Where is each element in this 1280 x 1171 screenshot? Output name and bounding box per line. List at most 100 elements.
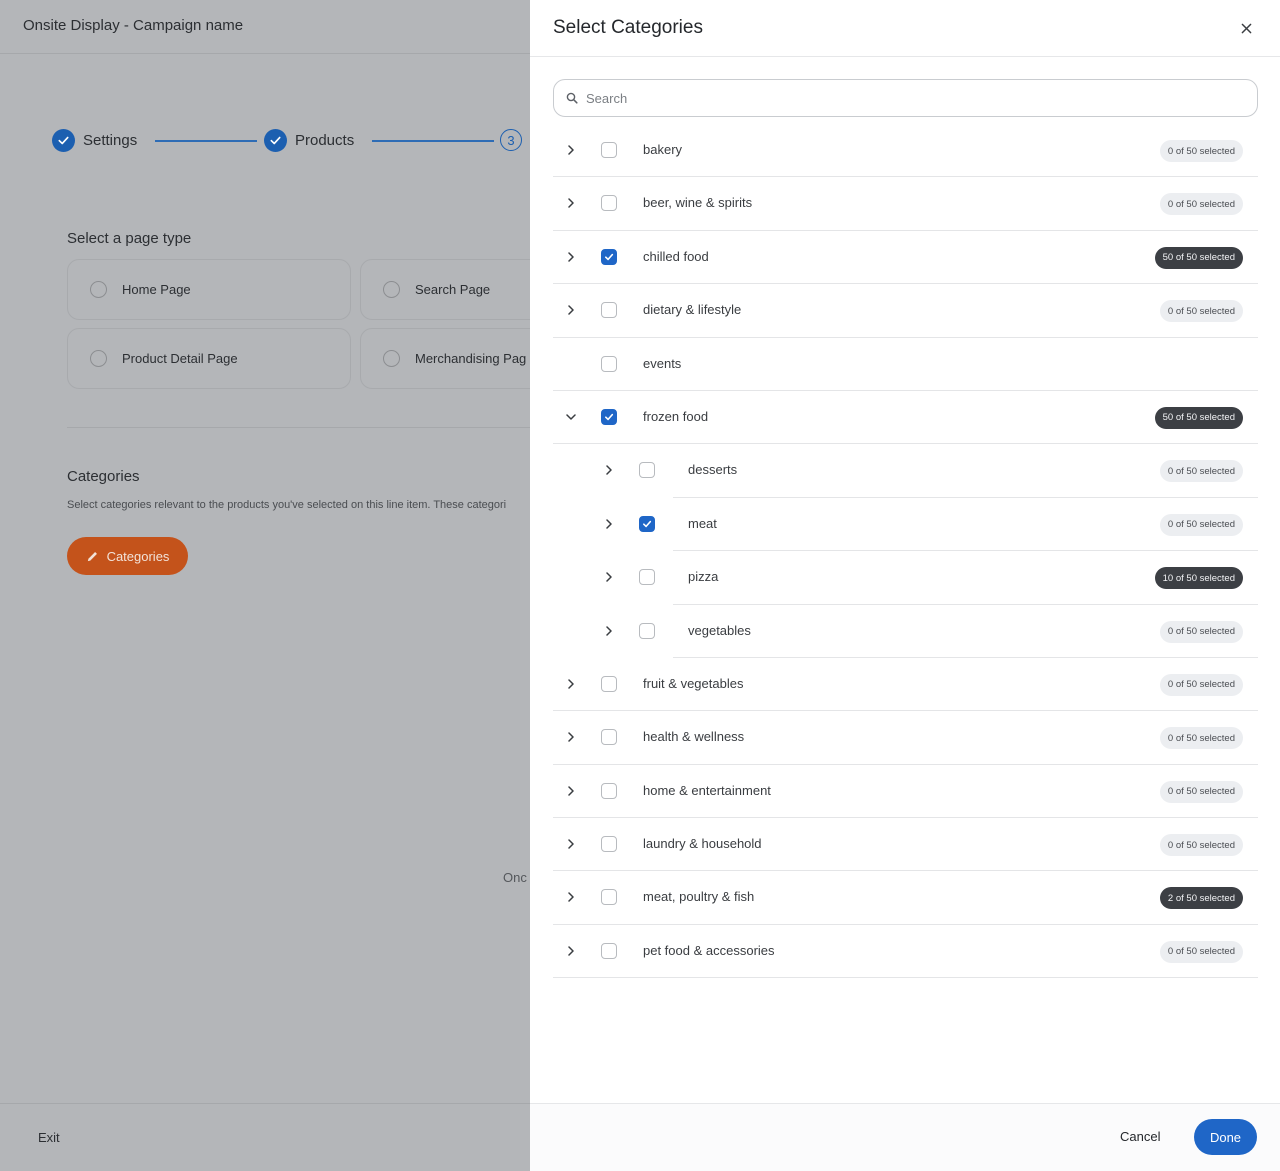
chevron-right-icon[interactable]: [563, 248, 579, 266]
step-number: 3: [500, 129, 522, 151]
category-checkbox[interactable]: [639, 515, 655, 532]
selection-count-badge: 0 of 50 selected: [1159, 940, 1243, 963]
selection-count-badge: 0 of 50 selected: [1159, 780, 1243, 803]
category-checkbox[interactable]: [601, 889, 617, 906]
page-type-label: Merchandising Pag: [415, 351, 527, 366]
category-checkbox[interactable]: [601, 729, 617, 746]
category-label: meat: [688, 515, 717, 531]
check-icon: [264, 129, 287, 152]
chevron-right-icon[interactable]: [563, 141, 579, 159]
chevron-right-icon[interactable]: [601, 568, 617, 586]
radio-button[interactable]: [90, 281, 107, 298]
drawer-title: Select Categories: [553, 17, 703, 38]
close-icon: [1241, 23, 1251, 33]
category-label: dietary & lifestyle: [643, 302, 742, 318]
step-settings[interactable]: Settings: [52, 129, 137, 152]
selection-count-badge: 0 of 50 selected: [1159, 140, 1243, 162]
category-row[interactable]: bakery 0 of 50 selected: [553, 124, 1258, 178]
edit-categories-button[interactable]: Categories: [67, 537, 188, 575]
category-checkbox[interactable]: [601, 142, 617, 158]
category-checkbox[interactable]: [601, 836, 617, 853]
category-checkbox[interactable]: [601, 302, 617, 319]
category-checkbox[interactable]: [601, 248, 617, 265]
done-button[interactable]: Done: [1194, 1119, 1257, 1155]
search-field[interactable]: [553, 79, 1258, 117]
cancel-button[interactable]: Cancel: [1120, 1129, 1160, 1144]
category-row[interactable]: pet food & accessories 0 of 50 selected: [553, 925, 1258, 979]
chevron-right-icon[interactable]: [563, 942, 579, 960]
page-title: Onsite Display - Campaign name: [23, 17, 244, 34]
step-label: Products: [295, 132, 355, 149]
search-input[interactable]: [586, 90, 1246, 106]
category-label: health & wellness: [643, 729, 745, 745]
chevron-right-icon[interactable]: [563, 835, 579, 853]
chevron-right-icon[interactable]: [563, 728, 579, 746]
selection-count-badge: 0 of 50 selected: [1159, 727, 1243, 750]
chevron-right-icon[interactable]: [563, 888, 579, 906]
select-categories-drawer: Select Categories bakery 0 of 50 selected…: [530, 0, 1280, 1171]
category-row[interactable]: health & wellness 0 of 50 selected: [553, 711, 1258, 765]
category-checkbox[interactable]: [601, 355, 617, 372]
radio-button[interactable]: [90, 350, 107, 367]
search-icon: [566, 92, 578, 104]
page-type-heading: Select a page type: [67, 230, 192, 247]
chevron-right-icon[interactable]: [563, 194, 579, 212]
category-row[interactable]: events: [553, 338, 1258, 391]
category-label: pizza: [688, 569, 719, 585]
category-row[interactable]: home & entertainment 0 of 50 selected: [553, 765, 1258, 819]
info-text: Onc: [503, 870, 527, 885]
page-type-home[interactable]: Home Page: [67, 259, 351, 320]
chevron-right-icon[interactable]: [563, 301, 579, 319]
chevron-right-icon[interactable]: [601, 515, 617, 533]
selection-count-badge: 50 of 50 selected: [1154, 246, 1243, 269]
selection-count-badge: 0 of 50 selected: [1159, 513, 1243, 536]
category-checkbox[interactable]: [601, 942, 617, 959]
category-row[interactable]: dietary & lifestyle 0 of 50 selected: [553, 284, 1258, 338]
category-checkbox[interactable]: [639, 622, 655, 639]
selection-count-badge: 0 of 50 selected: [1159, 460, 1243, 483]
radio-button[interactable]: [383, 350, 400, 367]
categories-heading: Categories: [67, 468, 140, 485]
chevron-right-icon[interactable]: [601, 622, 617, 640]
category-row[interactable]: meat, poultry & fish 2 of 50 selected: [553, 871, 1258, 925]
step-label: Settings: [83, 132, 138, 149]
category-row[interactable]: frozen food 50 of 50 selected: [553, 391, 1258, 445]
chevron-right-icon[interactable]: [563, 675, 579, 693]
page-type-label: Product Detail Page: [122, 351, 238, 366]
category-row[interactable]: beer, wine & spirits 0 of 50 selected: [553, 177, 1258, 231]
radio-button[interactable]: [383, 281, 400, 298]
category-label: events: [643, 355, 682, 371]
category-label: pet food & accessories: [643, 942, 775, 958]
category-checkbox[interactable]: [639, 569, 655, 586]
category-row[interactable]: fruit & vegetables 0 of 50 selected: [553, 658, 1258, 712]
step-products[interactable]: Products: [264, 129, 354, 152]
chevron-down-icon[interactable]: [563, 408, 579, 426]
chevron-right-icon[interactable]: [601, 461, 617, 479]
category-label: desserts: [688, 462, 738, 478]
close-button[interactable]: [1238, 20, 1254, 36]
category-row[interactable]: vegetables 0 of 50 selected: [553, 605, 1258, 658]
button-label: Categories: [106, 548, 170, 564]
category-label: fruit & vegetables: [643, 675, 744, 691]
exit-button[interactable]: Exit: [38, 1130, 60, 1145]
category-checkbox[interactable]: [601, 195, 617, 212]
page-type-label: Search Page: [415, 282, 491, 297]
page-type-label: Home Page: [122, 282, 191, 297]
selection-count-badge: 0 of 50 selected: [1159, 193, 1243, 216]
category-label: bakery: [643, 142, 683, 157]
category-row[interactable]: meat 0 of 50 selected: [553, 498, 1258, 552]
step-3[interactable]: 3: [500, 129, 522, 151]
category-row[interactable]: laundry & household 0 of 50 selected: [553, 818, 1258, 872]
category-row[interactable]: desserts 0 of 50 selected: [553, 444, 1258, 498]
category-checkbox[interactable]: [639, 462, 655, 479]
chevron-right-icon[interactable]: [563, 782, 579, 800]
category-row[interactable]: chilled food 50 of 50 selected: [553, 231, 1258, 285]
category-checkbox[interactable]: [601, 782, 617, 799]
category-checkbox[interactable]: [601, 675, 617, 692]
category-label: beer, wine & spirits: [643, 195, 753, 211]
category-checkbox[interactable]: [601, 408, 617, 425]
step-connector: [155, 140, 257, 142]
check-icon: [52, 129, 75, 152]
category-row[interactable]: pizza 10 of 50 selected: [553, 551, 1258, 605]
page-type-product-detail[interactable]: Product Detail Page: [67, 328, 351, 389]
